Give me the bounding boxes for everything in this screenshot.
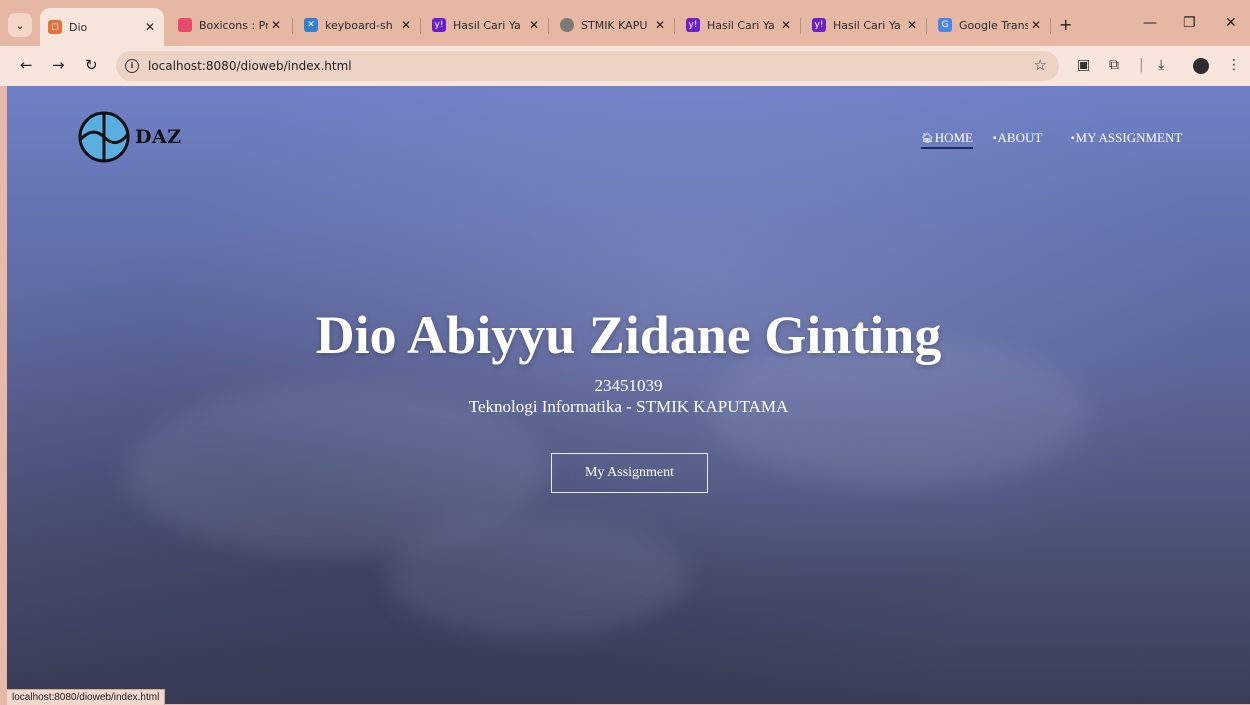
tab-separator [926,18,927,34]
tab-favicon-icon [178,18,192,32]
tab-separator [1050,18,1051,34]
globe-icon [560,18,574,32]
yahoo-icon: y! [432,18,446,32]
tab-title: Hasil Cari Ya [707,18,775,32]
close-icon[interactable]: ✕ [268,18,284,32]
tab-search-button[interactable]: ⌄ [8,13,32,37]
menu-kebab-icon[interactable]: ⋮ [1227,57,1241,73]
page-viewport: DAZ 🏠︎ HOME ▪ ABOUT ▪ MY ASSIGNMENT Dio … [7,86,1250,704]
browser-toolbar: ← → ↻ i localhost:8080/dioweb/index.html… [0,46,1250,86]
profile-avatar-icon[interactable] [1193,58,1209,74]
site-info-icon[interactable]: i [125,59,139,73]
close-icon[interactable]: ✕ [526,18,542,32]
tab-favicon-icon: ◻ [48,20,62,34]
cloud-decoration [387,516,687,636]
hero-student-id: 23451039 [594,376,663,395]
extensions-puzzle-icon[interactable]: ⧉ [1109,57,1119,73]
tab-keyboard[interactable]: ✕ keyboard-sh ✕ [296,9,420,41]
vscode-icon: ✕ [304,18,318,32]
tab-title: keyboard-sh [325,18,393,32]
active-nav-underline [921,147,973,149]
nav-assignment-label: MY ASSIGNMENT [1075,130,1183,145]
tab-separator [548,18,549,34]
close-icon[interactable]: ✕ [398,18,414,32]
google-translate-icon: G [938,18,952,32]
toolbar-divider: | [1139,57,1144,73]
tab-title: Hasil Cari Ya [833,18,901,32]
close-icon[interactable]: ✕ [778,18,794,32]
download-icon[interactable]: ⤓ [1158,57,1164,73]
home-icon: 🏠︎ [921,132,934,144]
status-bar-url: localhost:8080/dioweb/index.html [7,689,166,705]
hero-program: Teknologi Informatika - STMIK KAPUTAMA [468,397,789,416]
nav-home-label: HOME [934,130,973,145]
reload-icon[interactable]: ↻ [85,56,98,74]
tab-title: STMIK KAPU [581,18,648,32]
tab-strip: ⌄ ◻ Dio ✕ Boxicons : Pr ✕ ✕ keyboard-sh … [0,0,1250,46]
close-icon[interactable]: ✕ [652,18,668,32]
nav-home[interactable]: 🏠︎ HOME [921,130,973,149]
window-close-icon[interactable]: ✕ [1225,15,1237,31]
logo-brand-text: DAZ [135,126,182,148]
tab-separator [800,18,801,34]
tab-title: Google Trans [959,18,1028,32]
tab-stmik[interactable]: STMIK KAPU ✕ [552,9,674,41]
yahoo-icon: y! [812,18,826,32]
tab-hasil-cari-1[interactable]: y! Hasil Cari Ya ✕ [424,9,548,41]
tab-google-translate[interactable]: G Google Trans ✕ [930,9,1050,41]
tab-boxicons[interactable]: Boxicons : Pr ✕ [170,9,290,41]
tab-separator [674,18,675,34]
minimize-icon[interactable]: — [1143,15,1157,31]
id-card-icon: ▪ [993,132,997,144]
bookmark-star-icon[interactable]: ☆ [1034,56,1047,74]
my-assignment-button[interactable]: My Assignment [551,453,708,493]
tab-title: Hasil Cari Ya [453,18,521,32]
close-icon[interactable]: ✕ [1028,18,1044,32]
restore-icon[interactable]: ❐ [1183,15,1196,31]
nav-my-assignment[interactable]: ▪ MY ASSIGNMENT [1071,130,1182,146]
address-url[interactable]: localhost:8080/dioweb/index.html [148,59,352,73]
hero-name: Dio Abiyyu Zidane Ginting [315,305,942,365]
forward-icon[interactable]: → [52,56,65,74]
address-bar[interactable]: i localhost:8080/dioweb/index.html ☆ [116,51,1059,81]
back-icon[interactable]: ← [20,56,33,74]
tab-hasil-cari-2[interactable]: y! Hasil Cari Ya ✕ [678,9,800,41]
close-icon[interactable]: ✕ [904,18,920,32]
logo-globe-icon [78,111,130,163]
tab-hasil-cari-3[interactable]: y! Hasil Cari Ya ✕ [804,9,926,41]
clipboard-icon: ▪ [1071,132,1075,144]
extension-wallet-icon[interactable]: ▣ [1077,57,1090,73]
site-logo[interactable]: DAZ [77,110,182,164]
tab-title: Boxicons : Pr [199,18,268,32]
new-tab-button[interactable]: + [1059,15,1072,34]
tab-separator [292,18,293,34]
chevron-down-icon: ⌄ [15,18,25,32]
tab-title: Dio [69,20,88,34]
nav-about-label: ABOUT [997,130,1043,145]
close-icon[interactable]: ✕ [142,20,158,34]
tab-separator [420,18,421,34]
nav-about[interactable]: ▪ ABOUT [993,130,1042,146]
yahoo-icon: y! [686,18,700,32]
tab-dio[interactable]: ◻ Dio ✕ [40,8,164,46]
